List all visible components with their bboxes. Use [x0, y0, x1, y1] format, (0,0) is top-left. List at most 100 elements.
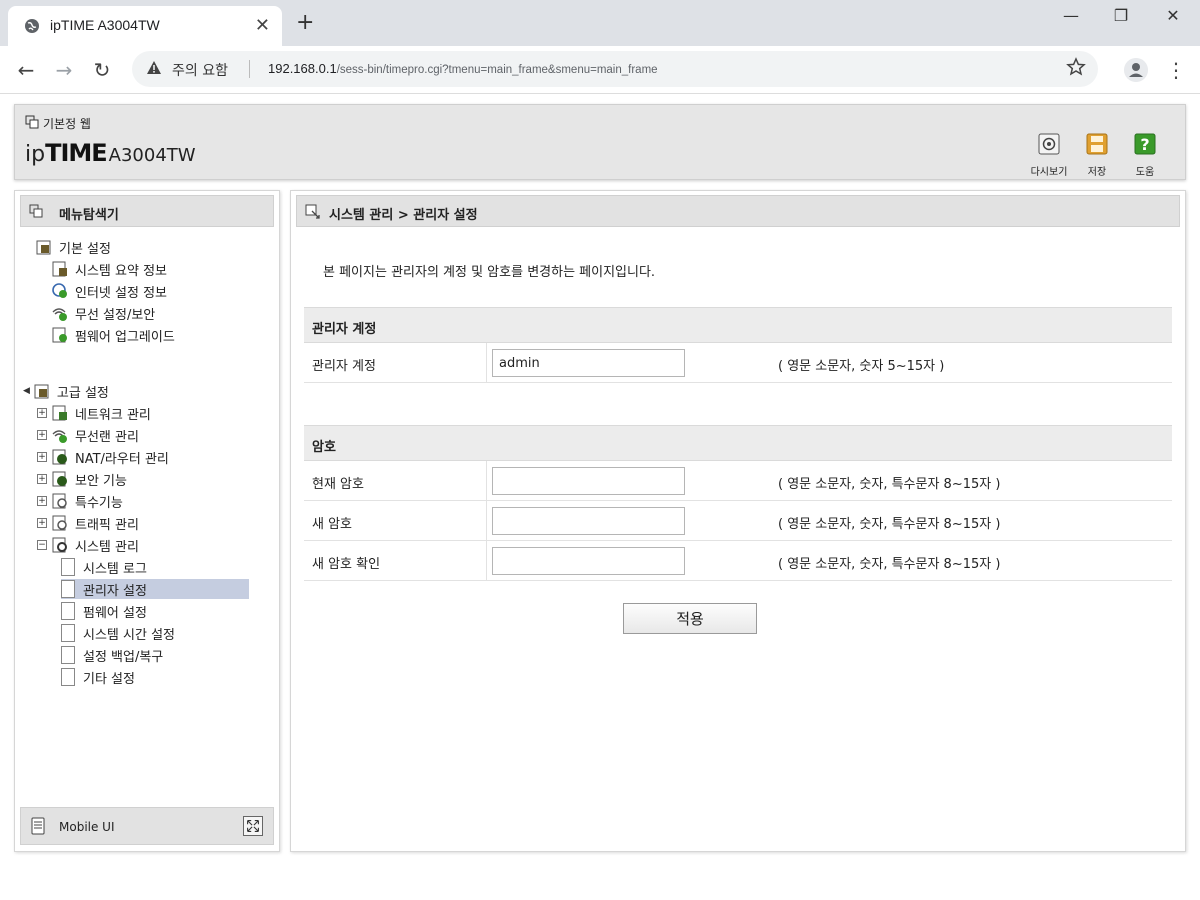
expand-plus-icon[interactable]: + [37, 474, 47, 484]
mobile-ui-bar[interactable]: Mobile UI [20, 807, 274, 845]
special-function-icon [52, 493, 67, 509]
tree-advanced-settings[interactable]: ◀ 고급 설정 [23, 381, 109, 401]
tree-item-label: 펌웨어 업그레이드 [75, 329, 175, 345]
expand-icon[interactable] [243, 816, 263, 836]
warning-icon [147, 61, 161, 74]
tree-basic-settings[interactable]: 기본 설정 [35, 237, 111, 257]
new-tab-button[interactable]: + [296, 10, 314, 35]
section-admin-account: 관리자 계정 [304, 307, 1172, 343]
new-password-hint: ( 영문 소문자, 숫자, 특수문자 8~15자 ) [778, 517, 1001, 532]
tree-item-system-summary[interactable]: 시스템 요약 정보 [51, 259, 167, 279]
expand-plus-icon[interactable]: + [37, 430, 47, 440]
confirm-password-label: 새 암호 확인 [312, 557, 381, 572]
help-button[interactable]: ? 도움 [1125, 133, 1165, 178]
home-web-link[interactable]: 기본정 웹 [43, 115, 91, 132]
expand-plus-icon[interactable]: + [37, 496, 47, 506]
bookmark-star-icon[interactable] [1066, 57, 1086, 77]
tree-group-system[interactable]: − 시스템 관리 [37, 535, 139, 555]
tree-leaf-system-time[interactable]: 시스템 시간 설정 [61, 623, 249, 643]
confirm-password-hint: ( 영문 소문자, 숫자, 특수문자 8~15자 ) [778, 557, 1001, 572]
document-icon [61, 668, 75, 686]
content-header: 시스템 관리 > 관리자 설정 [296, 195, 1180, 227]
tree-item-firmware-upgrade[interactable]: 펌웨어 업그레이드 [51, 325, 175, 345]
tree-leaf-label: 시스템 시간 설정 [83, 627, 175, 643]
help-icon: ? [1134, 133, 1156, 155]
profile-avatar-icon[interactable] [1124, 58, 1148, 82]
url-text[interactable]: 192.168.0.1/sess-bin/timepro.cgi?tmenu=m… [268, 61, 658, 76]
row-confirm-password: 새 암호 확인 ( 영문 소문자, 숫자, 특수문자 8~15자 ) [304, 541, 1172, 581]
system-summary-icon [52, 261, 67, 277]
tab-title: ipTIME A3004TW [50, 17, 160, 33]
firmware-upgrade-icon [52, 327, 67, 343]
security-status[interactable]: 주의 요함 [172, 60, 228, 80]
close-window-button[interactable]: ✕ [1150, 4, 1196, 34]
tree-group-label: 네트워크 관리 [75, 407, 151, 423]
nat-router-icon [52, 449, 67, 465]
tree-item-internet-info[interactable]: 인터넷 설정 정보 [51, 281, 167, 301]
row-new-password: 새 암호 ( 영문 소문자, 숫자, 특수문자 8~15자 ) [304, 501, 1172, 541]
tree-item-wireless-security[interactable]: 무선 설정/보안 [51, 303, 155, 323]
new-password-label: 새 암호 [312, 517, 353, 532]
document-icon [61, 624, 75, 642]
tree-leaf-firmware-settings[interactable]: 펌웨어 설정 [61, 601, 249, 621]
tree-leaf-admin-settings[interactable]: 관리자 설정 [61, 579, 249, 599]
tree-leaf-system-log[interactable]: 시스템 로그 [61, 557, 249, 577]
tree-group-special[interactable]: + 특수기능 [37, 491, 123, 511]
row-current-password: 현재 암호 ( 영문 소문자, 숫자, 특수문자 8~15자 ) [304, 461, 1172, 501]
tree-group-label: 보안 기능 [75, 473, 127, 489]
confirm-password-input[interactable] [492, 547, 685, 575]
tree-group-traffic[interactable]: + 트래픽 관리 [37, 513, 139, 533]
svg-text:?: ? [1140, 135, 1149, 154]
browser-tab[interactable]: ipTIME A3004TW ✕ [8, 6, 282, 46]
tree-leaf-other-settings[interactable]: 기타 설정 [61, 667, 249, 687]
current-password-input[interactable] [492, 467, 685, 495]
maximize-button[interactable]: ❐ [1098, 4, 1144, 34]
wireless-icon [52, 308, 67, 321]
tree-group-wireless-lan[interactable]: + 무선랜 관리 [37, 425, 139, 445]
mobile-device-icon [31, 817, 45, 835]
admin-account-label: 관리자 계정 [312, 359, 376, 374]
mobile-ui-label: Mobile UI [59, 820, 115, 834]
home-web-icon [25, 115, 39, 129]
expand-plus-icon[interactable]: + [37, 452, 47, 462]
system-management-icon [52, 537, 67, 553]
tree-group-label: 무선랜 관리 [75, 429, 139, 445]
document-icon [61, 580, 75, 598]
browser-menu-icon[interactable]: ⋮ [1166, 56, 1186, 84]
content-panel: 시스템 관리 > 관리자 설정 본 페이지는 관리자의 계정 및 암호를 변경하… [290, 190, 1186, 852]
column-divider [486, 541, 487, 581]
admin-account-input[interactable] [492, 349, 685, 377]
new-password-input[interactable] [492, 507, 685, 535]
expand-plus-icon[interactable]: + [37, 518, 47, 528]
minimize-button[interactable]: — [1048, 4, 1094, 34]
back-button[interactable]: ← [12, 56, 40, 84]
expand-plus-icon[interactable]: + [37, 408, 47, 418]
column-divider [486, 461, 487, 501]
tab-close-icon[interactable]: ✕ [255, 15, 270, 36]
reload-button[interactable]: ↻ [88, 56, 116, 84]
tree-group-security[interactable]: + 보안 기능 [37, 469, 127, 489]
column-divider [486, 343, 487, 383]
save-button[interactable]: 저장 [1077, 133, 1117, 178]
tree-item-label: 무선 설정/보안 [75, 307, 156, 323]
tree-leaf-label: 기타 설정 [83, 671, 135, 687]
refresh-button[interactable]: 다시보기 [1029, 133, 1069, 178]
address-bar[interactable]: 주의 요함 192.168.0.1/sess-bin/timepro.cgi?t… [132, 51, 1098, 87]
tree-leaf-label: 펌웨어 설정 [83, 605, 147, 621]
tree-basic-settings-label: 기본 설정 [59, 241, 111, 257]
collapse-arrow-icon[interactable]: ◀ [23, 386, 30, 396]
forward-button[interactable]: → [50, 56, 78, 84]
collapse-minus-icon[interactable]: − [37, 540, 47, 550]
brand-model: A3004TW [108, 145, 196, 166]
brand-logo: ipTIME A3004TW [25, 139, 196, 167]
tree-leaf-backup-restore[interactable]: 설정 백업/복구 [61, 645, 249, 665]
router-admin-page: 기본정 웹 ipTIME A3004TW 다시보기 저장 ? 도움 메뉴탐색기 … [0, 94, 1200, 900]
current-password-hint: ( 영문 소문자, 숫자, 특수문자 8~15자 ) [778, 477, 1001, 492]
document-icon [61, 602, 75, 620]
brand-time: TIME [45, 139, 108, 167]
apply-button[interactable]: 적용 [623, 603, 757, 634]
tree-group-network[interactable]: + 네트워크 관리 [37, 403, 151, 423]
document-icon [61, 646, 75, 664]
tree-group-nat-router[interactable]: + NAT/라우터 관리 [37, 447, 169, 467]
address-divider [249, 60, 250, 78]
